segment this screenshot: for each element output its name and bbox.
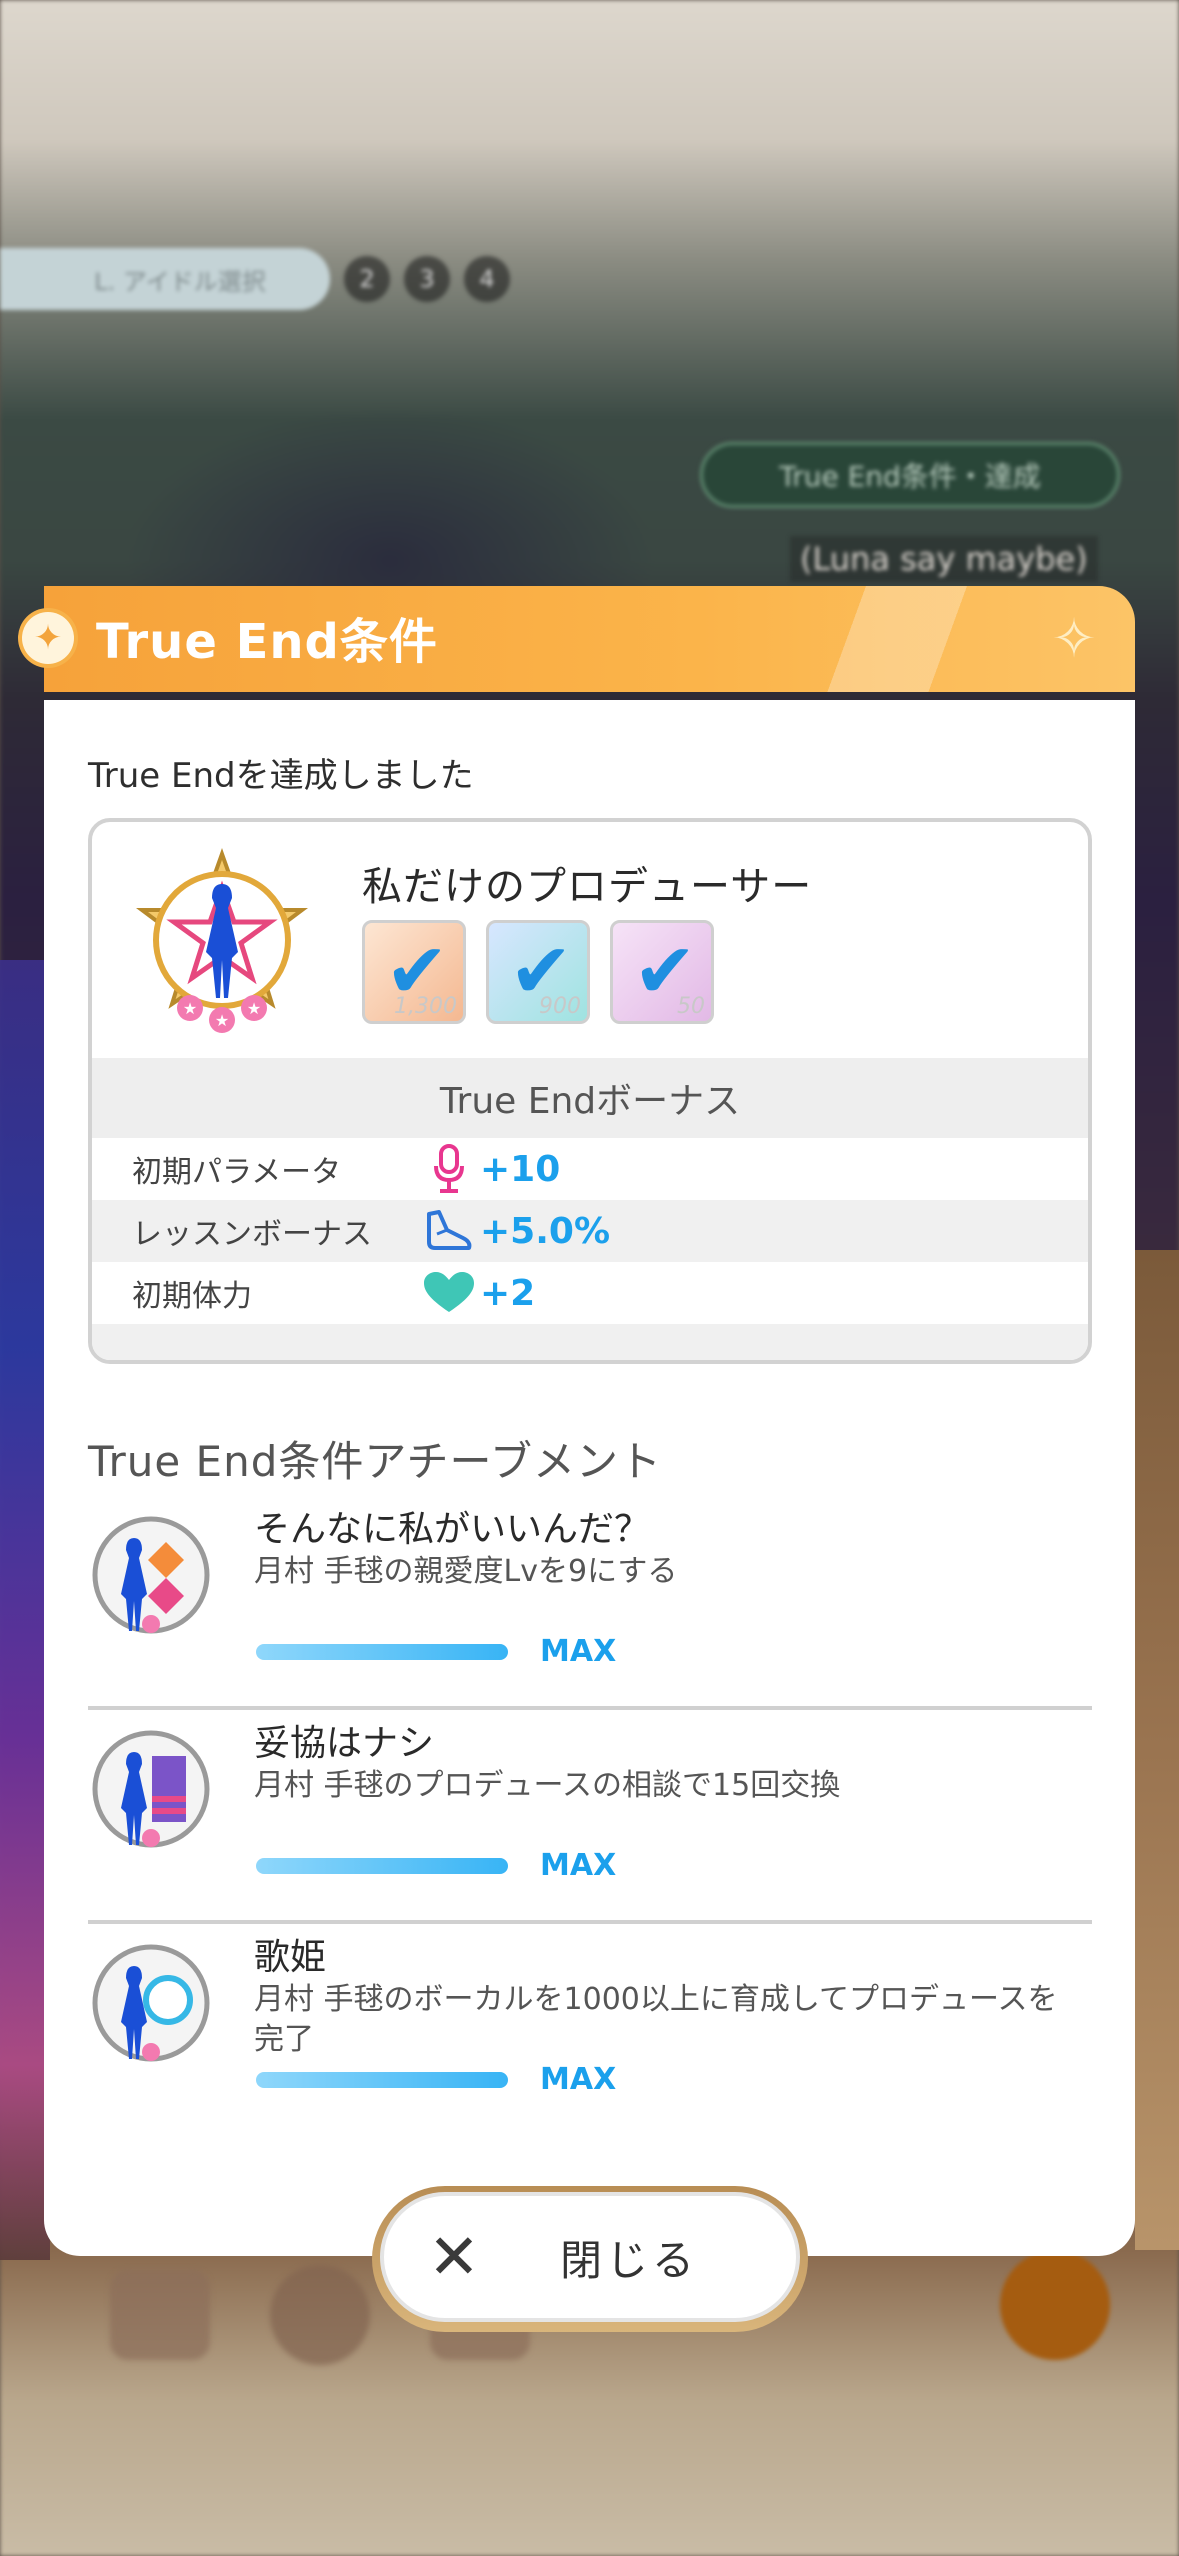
background-step-3: 3 <box>404 256 450 302</box>
microphone-icon <box>422 1144 476 1194</box>
achievement-progress-bar <box>256 1858 508 1874</box>
divider <box>88 1920 1092 1924</box>
reward-qty: 900 <box>539 994 581 1019</box>
svg-text:★: ★ <box>247 999 261 1018</box>
reward-items: ✔ 1,300 ✔ 900 ✔ 50 <box>362 920 714 1024</box>
bonus-label: レッスンボーナス <box>132 1217 372 1252</box>
achievement-title: 妥協はナシ <box>254 1723 435 1764</box>
bonus-label: 初期体力 <box>132 1279 252 1314</box>
achievement-status: MAX <box>540 1634 617 1669</box>
achievement-item: そんなに私がいいんだ？ 月村 手毬の親愛度Lvを9にする MAX <box>88 1500 1092 1710</box>
bonus-row: 初期パラメータ +10 <box>92 1138 1088 1200</box>
achievement-item: 歌姫 月村 手毬のボーカルを1000以上に育成してプロデュースを完了 MAX <box>88 1928 1092 2097</box>
close-button-label: 閉じる <box>560 2235 699 2285</box>
background-step-4: 4 <box>464 256 510 302</box>
achievement-description: 月村 手毬の親愛度Lvを9にする <box>254 1554 678 1589</box>
dance-shoe-icon <box>422 1206 476 1256</box>
bonus-row: レッスンボーナス +5.0% <box>92 1200 1088 1262</box>
background-condition-chip: True End条件・達成 <box>700 442 1120 508</box>
menu-icon <box>1000 2250 1110 2360</box>
achievement-title: そんなに私がいいんだ？ <box>254 1509 651 1550</box>
bonus-value: +5.0% <box>480 1210 611 1252</box>
home-icon <box>110 2270 210 2360</box>
star-icon: ✦ <box>22 612 74 664</box>
bonus-row-spacer <box>92 1324 1088 1360</box>
bonus-value: +10 <box>480 1148 561 1190</box>
achievement-emblem-icon <box>92 1516 210 1634</box>
svg-text:★: ★ <box>215 1011 229 1030</box>
background-stage-light <box>0 960 50 2260</box>
modal-title: True End条件 <box>96 614 438 670</box>
achievement-item: 妥協はナシ 月村 手毬のプロデュースの相談で15回交換 MAX <box>88 1714 1092 1924</box>
achievement-description: 月村 手毬のボーカルを1000以上に育成してプロデュースを完了 <box>254 1982 1058 2057</box>
achievement-description: 月村 手毬のプロデュースの相談で15回交換 <box>254 1768 841 1803</box>
true-end-emblem-icon: ★ ★ ★ <box>136 848 308 1033</box>
background-step-indicator: L. アイドル選択 2 3 4 <box>0 248 510 310</box>
reward-item[interactable]: ✔ 900 <box>486 920 590 1024</box>
achievement-progress-bar <box>256 1644 508 1660</box>
reward-qty: 1,300 <box>394 994 457 1019</box>
bonus-row: 初期体力 +2 <box>92 1262 1088 1324</box>
achievement-emblem-icon <box>92 1730 210 1848</box>
svg-text:★: ★ <box>183 999 197 1018</box>
reward-qty: 50 <box>677 994 705 1019</box>
background-wood <box>1135 1250 1179 2250</box>
background-step-2: 2 <box>344 256 390 302</box>
reward-item[interactable]: ✔ 1,300 <box>362 920 466 1024</box>
achievement-status: MAX <box>540 1848 617 1883</box>
card-title: 私だけのプロデューサー <box>362 864 813 910</box>
bonus-heading: True Endボーナス <box>92 1058 1088 1138</box>
heart-icon <box>422 1268 476 1318</box>
achievement-status: MAX <box>540 2062 617 2097</box>
true-end-card: ★ ★ ★ 私だけのプロデューサー ✔ 1,300 ✔ 900 ✔ 50 Tru… <box>88 818 1092 1364</box>
clock-icon <box>270 2265 370 2365</box>
achievement-emblem-icon <box>92 1944 210 2062</box>
bonus-value: +2 <box>480 1272 536 1314</box>
sparkle-icon: ✧ <box>1051 607 1097 670</box>
header-shine <box>765 586 1015 692</box>
achievement-progress-bar <box>256 2072 508 2088</box>
background-caption: (Luna say maybe) <box>790 536 1098 582</box>
close-button[interactable]: ✕ 閉じる <box>380 2192 800 2322</box>
achieved-message: True Endを達成しました <box>88 756 474 796</box>
achievements-heading: True End条件アチーブメント <box>88 1437 663 1486</box>
achievement-title: 歌姫 <box>254 1937 327 1978</box>
bonus-label: 初期パラメータ <box>132 1155 342 1190</box>
divider <box>88 1706 1092 1710</box>
background-step-pill: L. アイドル選択 <box>0 248 330 310</box>
reward-item[interactable]: ✔ 50 <box>610 920 714 1024</box>
close-icon: ✕ <box>428 2220 480 2293</box>
